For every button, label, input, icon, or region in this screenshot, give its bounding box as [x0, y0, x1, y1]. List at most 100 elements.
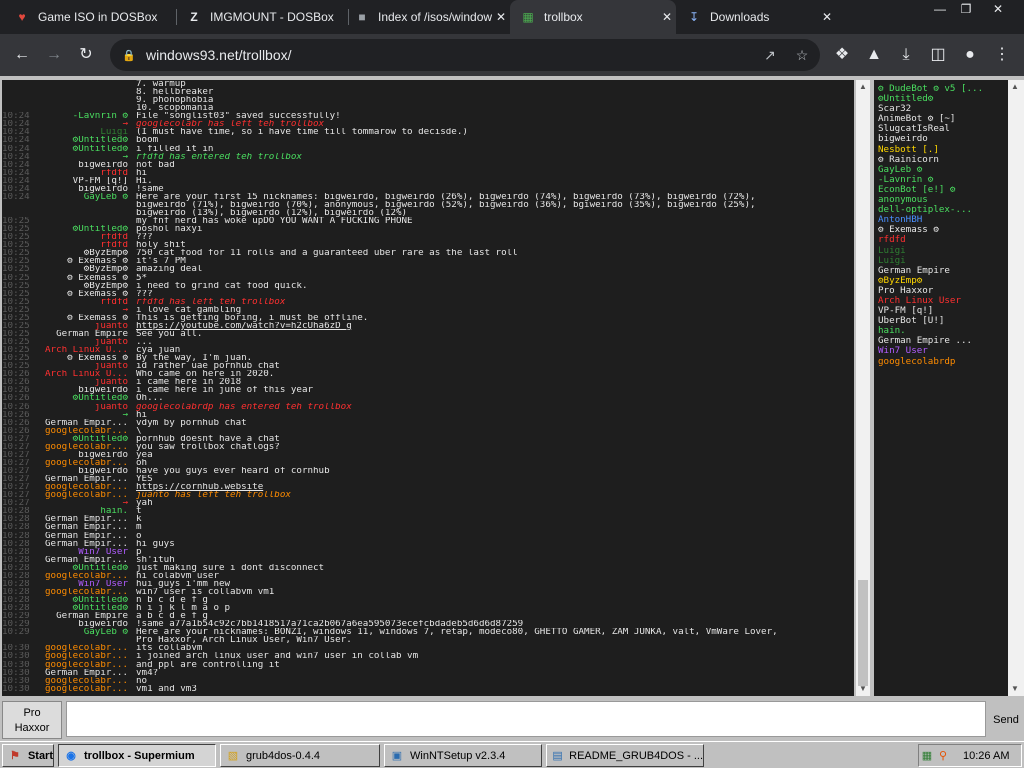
message-nick[interactable]: German Empire — [42, 612, 128, 620]
user-list-item[interactable]: ⚙Untitled⚙ — [878, 94, 1008, 104]
message-nick[interactable]: juanto — [42, 378, 128, 386]
forward-icon[interactable]: → — [42, 43, 66, 67]
user-list-item[interactable]: German Empire — [878, 266, 1008, 276]
user-list-scrollbar[interactable]: ▲ ▼ — [1008, 80, 1024, 696]
user-list-item[interactable]: anonymous — [878, 195, 1008, 205]
message-nick[interactable]: rfdfd — [42, 298, 128, 306]
message-nick[interactable]: Win7 User — [42, 580, 128, 588]
scroll-down-arrow-icon[interactable]: ▼ — [856, 684, 870, 693]
message-nick[interactable]: googlecolabr... — [42, 491, 128, 499]
bookmark-star-icon[interactable]: ☆ — [790, 43, 814, 67]
message-nick[interactable]: ⚙Untitled⚙ — [42, 394, 128, 402]
user-list-item[interactable]: ⚙ Exemass ⚙ — [878, 225, 1008, 235]
message-nick[interactable]: Arch Linux U... — [42, 346, 128, 354]
message-nick[interactable]: juanto — [42, 403, 128, 411]
message-nick[interactable]: juanto — [42, 362, 128, 370]
message-nick[interactable] — [42, 96, 128, 104]
message-nick[interactable]: rfdfd — [42, 169, 128, 177]
restore-icon[interactable]: ❐ — [952, 0, 980, 18]
user-list-item[interactable]: Luigi — [878, 256, 1008, 266]
message-nick[interactable]: GayLeb ⚙ — [42, 628, 128, 636]
message-nick[interactable]: German Empir... — [42, 532, 128, 540]
user-list-item[interactable]: dell-optiplex-... — [878, 205, 1008, 215]
user-list-item[interactable]: ⚙ Rainicorn — [878, 155, 1008, 165]
clock[interactable]: 10:26 AM — [963, 750, 1009, 762]
user-list-item[interactable]: googlecolabrdp — [878, 357, 1008, 367]
user-list-item[interactable]: rfdfd — [878, 235, 1008, 245]
message-nick[interactable]: ⚙ Exemass ⚙ — [42, 314, 128, 322]
user-list-item[interactable]: Win7 User — [878, 346, 1008, 356]
side-panel-icon[interactable]: ◫ — [926, 43, 950, 67]
message-nick[interactable]: German Empir... — [42, 556, 128, 564]
scroll-up-arrow-icon[interactable]: ▲ — [1008, 82, 1022, 91]
message-nick[interactable]: juanto — [42, 322, 128, 330]
message-nick[interactable]: ⚙ Exemass ⚙ — [42, 257, 128, 265]
message-nick[interactable]: → — [42, 411, 128, 419]
message-nick[interactable]: → — [42, 120, 128, 128]
message-nick[interactable]: ⚙ Exemass ⚙ — [42, 274, 128, 282]
back-icon[interactable]: ← — [10, 43, 34, 67]
nickname-button[interactable]: Pro Haxxor — [2, 701, 62, 739]
taskbar-item-winntsetup[interactable]: ▣ WinNTSetup v2.3.4 — [384, 744, 542, 767]
message-nick[interactable]: googlecolabr... — [42, 677, 128, 685]
message-nick[interactable] — [42, 217, 128, 225]
user-list-item[interactable]: Scar32 — [878, 104, 1008, 114]
address-bar[interactable]: 🔒 windows93.net/trollbox/ ↗ ☆ — [110, 39, 820, 71]
message-nick[interactable]: ⚙ByzEmp⚙ — [42, 282, 128, 290]
user-list-item[interactable]: AntonHBH — [878, 215, 1008, 225]
user-list-item[interactable]: Nesbott [.] — [878, 145, 1008, 155]
extensions-icon[interactable]: ❖ — [830, 43, 854, 67]
user-list-item[interactable]: bigweirdo — [878, 134, 1008, 144]
user-list-item[interactable]: Arch Linux User — [878, 296, 1008, 306]
tab-downloads[interactable]: ↧ Downloads ✕ — [686, 0, 836, 34]
message-nick[interactable]: rfdfd — [42, 233, 128, 241]
message-nick[interactable]: ⚙Untitled⚙ — [42, 145, 128, 153]
message-nick[interactable]: → — [42, 306, 128, 314]
message-nick[interactable]: ⚙Untitled⚙ — [42, 564, 128, 572]
share-icon[interactable]: ↗ — [758, 43, 782, 67]
user-list-item[interactable]: Pro Haxxor — [878, 286, 1008, 296]
user-list-item[interactable]: Luigi — [878, 246, 1008, 256]
message-nick[interactable]: Luigi — [42, 128, 128, 136]
message-link[interactable]: https://youtube.com/watch?v=h2cUha6zD_g — [136, 322, 854, 330]
user-list-item[interactable]: GayLeb ⚙ — [878, 165, 1008, 175]
message-nick[interactable]: → — [42, 499, 128, 507]
user-list-item[interactable]: SlugcatIsReal — [878, 124, 1008, 134]
message-nick[interactable]: Arch Linux U... — [42, 370, 128, 378]
message-nick[interactable]: bigweirdo — [42, 620, 128, 628]
message-nick[interactable]: → — [42, 153, 128, 161]
user-list-item[interactable]: AnimeBot ⚙ [~] — [878, 114, 1008, 124]
close-tab-icon[interactable]: ✕ — [818, 10, 836, 24]
profile-avatar-icon[interactable]: ● — [958, 43, 982, 67]
message-nick[interactable]: German Empire — [42, 330, 128, 338]
message-nick[interactable]: ⚙Untitled⚙ — [42, 136, 128, 144]
user-list-item[interactable]: ⚙ DudeBot ⚙ v5 [... — [878, 84, 1008, 94]
message-nick[interactable] — [42, 80, 128, 88]
message-nick[interactable]: ⚙Untitled⚙ — [42, 604, 128, 612]
tab-game-iso[interactable]: ♥ Game ISO in DOSBox — [14, 0, 174, 34]
start-button[interactable]: ⚑ Start — [2, 744, 54, 767]
message-nick[interactable]: googlecolabr... — [42, 644, 128, 652]
message-nick[interactable] — [42, 201, 128, 209]
message-nick[interactable]: German Empir... — [42, 515, 128, 523]
message-nick[interactable]: GayLeb ⚙ — [42, 193, 128, 201]
message-nick[interactable]: ⚙ Exemass ⚙ — [42, 290, 128, 298]
message-nick[interactable]: ⚙ Exemass ⚙ — [42, 354, 128, 362]
user-list-item[interactable]: EconBot [e!] ⚙ — [878, 185, 1008, 195]
tab-imgmount[interactable]: Z IMGMOUNT - DOSBox — [186, 0, 346, 34]
scroll-thumb[interactable] — [858, 580, 868, 686]
message-nick[interactable]: ⚙Untitled⚙ — [42, 435, 128, 443]
tab-index-isos[interactable]: ■ Index of /isos/windows ✕ — [354, 0, 510, 34]
reload-icon[interactable]: ↻ — [74, 43, 98, 67]
taskbar-item-grub4dos[interactable]: ▧ grub4dos-0.4.4 — [220, 744, 380, 767]
message-nick[interactable]: googlecolabr... — [42, 427, 128, 435]
chat-scrollbar[interactable]: ▲ ▼ — [856, 80, 870, 696]
message-nick[interactable]: bigweirdo — [42, 386, 128, 394]
message-nick[interactable]: hain. — [42, 507, 128, 515]
message-nick[interactable]: googlecolabr... — [42, 443, 128, 451]
message-nick[interactable]: bigweirdo — [42, 185, 128, 193]
message-nick[interactable]: Win7 User — [42, 548, 128, 556]
message-nick[interactable]: ⚙ByzEmp⚙ — [42, 265, 128, 273]
message-nick[interactable]: German Empir... — [42, 523, 128, 531]
message-nick[interactable] — [42, 209, 128, 217]
